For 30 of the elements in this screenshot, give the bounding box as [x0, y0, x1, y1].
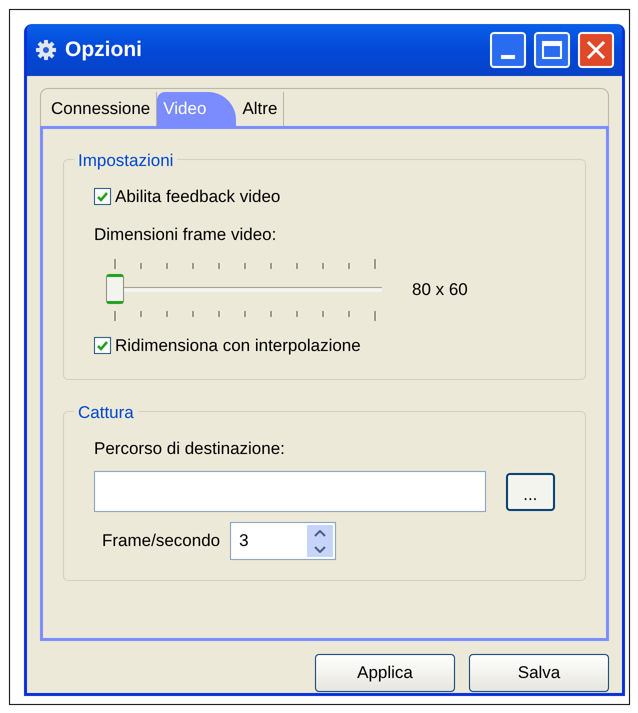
- up-caret-icon: [314, 530, 326, 536]
- slider-thumb[interactable]: [106, 274, 124, 304]
- fps-label: Frame/secondo: [102, 530, 220, 552]
- window-title: Opzioni: [65, 37, 143, 64]
- down-caret-icon: [314, 546, 326, 552]
- path-input-field[interactable]: [94, 471, 486, 512]
- dialog-button[interactable]: Applica: [315, 654, 455, 692]
- close-button[interactable]: [578, 32, 614, 68]
- gear-icon: [35, 39, 57, 61]
- maximize-icon: [542, 41, 562, 59]
- maximize-button[interactable]: [534, 32, 570, 68]
- browse-button[interactable]: ...: [506, 472, 555, 510]
- slider-label: Dimensioni frame video:: [94, 224, 278, 246]
- checkbox-label: Abilita feedback video: [115, 186, 280, 208]
- checkbox[interactable]: [94, 188, 111, 206]
- checkmark-icon: [97, 192, 108, 202]
- checkmark-icon: [97, 340, 108, 351]
- dialog-button[interactable]: Salva: [469, 654, 609, 692]
- spin-down-button[interactable]: [307, 541, 334, 557]
- tab[interactable]: Altre: [236, 92, 284, 126]
- checkbox-label: Ridimensiona con interpolazione: [115, 335, 361, 357]
- field-label: Percorso di destinazione:: [94, 438, 286, 460]
- slider-value: 80 x 60: [412, 279, 468, 302]
- minimize-button[interactable]: [490, 32, 526, 68]
- fps-spin-field[interactable]: 3: [230, 522, 336, 560]
- close-icon: [586, 40, 606, 60]
- slider[interactable]: [106, 274, 382, 304]
- minimize-icon: [501, 55, 515, 59]
- spin-up-button[interactable]: [307, 525, 334, 541]
- checkbox[interactable]: [94, 337, 111, 354]
